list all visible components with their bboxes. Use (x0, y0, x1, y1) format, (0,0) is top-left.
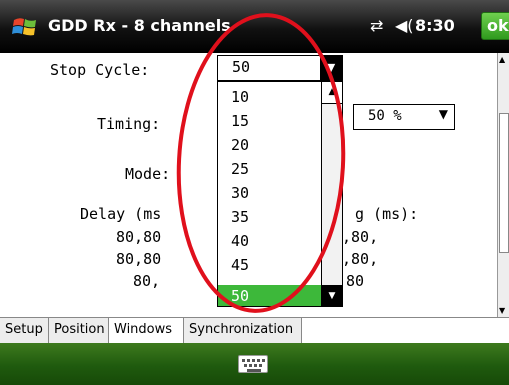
chevron-down-icon[interactable]: ▼ (439, 107, 448, 121)
dropdown-option[interactable]: 15 (218, 110, 322, 132)
stop-cycle-label: Stop Cycle: (50, 61, 150, 79)
width-value-2[interactable]: ,80, (342, 250, 378, 268)
dropdown-option[interactable]: 40 (218, 230, 322, 252)
delay-label: Delay (ms (80, 205, 162, 223)
dropdown-option[interactable]: 35 (218, 206, 322, 228)
mode-label: Mode: (125, 165, 171, 183)
width-label: g (ms): (355, 205, 419, 223)
scroll-up-icon[interactable]: ▲ (499, 55, 505, 64)
delay-value-1[interactable]: 80,80 (116, 228, 161, 246)
ok-button[interactable]: ok (481, 12, 509, 40)
stop-cycle-dropdown[interactable]: 10 15 20 25 30 35 40 45 50 ▲ ▼ (217, 81, 343, 307)
dropdown-option[interactable]: 30 (218, 182, 322, 204)
tab-position[interactable]: Position (49, 318, 109, 343)
timing-select[interactable]: 50 % ▼ (353, 104, 455, 130)
menu-bar (0, 343, 509, 385)
tab-setup[interactable]: Setup (0, 318, 49, 343)
scroll-down-icon[interactable]: ▼ (322, 286, 342, 306)
connectivity-icon[interactable]: ⇄ (370, 16, 383, 35)
clock[interactable]: 8:30 (415, 16, 455, 35)
chevron-down-icon[interactable]: ▼ (320, 56, 342, 80)
delay-value-3[interactable]: 80, (133, 272, 160, 290)
delay-value-2[interactable]: 80,80 (116, 250, 161, 268)
scroll-thumb[interactable] (322, 103, 342, 286)
dropdown-scrollbar[interactable]: ▲ ▼ (321, 82, 342, 306)
stop-cycle-value: 50 (232, 58, 251, 76)
main-scrollbar[interactable]: ▲ ▼ (497, 53, 509, 317)
app-title: GDD Rx - 8 channels (48, 16, 231, 35)
scroll-down-icon[interactable]: ▼ (499, 306, 505, 315)
dropdown-option[interactable]: 10 (218, 86, 322, 108)
tab-synchronization[interactable]: Synchronization (184, 318, 302, 343)
scroll-up-icon[interactable]: ▲ (322, 82, 342, 102)
width-value-1[interactable]: ,80, (342, 228, 378, 246)
dropdown-option[interactable]: 25 (218, 158, 322, 180)
volume-icon[interactable]: ◀( (395, 16, 414, 35)
windows-start-icon[interactable] (12, 14, 38, 40)
stop-cycle-select[interactable]: 50 ▼ (217, 55, 343, 81)
width-value-3[interactable]: 80 (346, 272, 364, 290)
timing-select-value: 50 % (368, 108, 402, 124)
keyboard-icon[interactable] (238, 355, 268, 373)
tab-strip: Setup Position Windows Synchronization (0, 317, 509, 343)
tab-windows[interactable]: Windows (109, 318, 184, 343)
dropdown-option[interactable]: 20 (218, 134, 322, 156)
scroll-thumb[interactable] (499, 113, 509, 253)
dropdown-option[interactable]: 45 (218, 254, 322, 276)
dropdown-option-selected[interactable]: 50 (218, 285, 322, 306)
timing-label: Timing: (97, 115, 161, 133)
title-bar: GDD Rx - 8 channels ⇄ ◀( 8:30 ok (0, 0, 509, 53)
